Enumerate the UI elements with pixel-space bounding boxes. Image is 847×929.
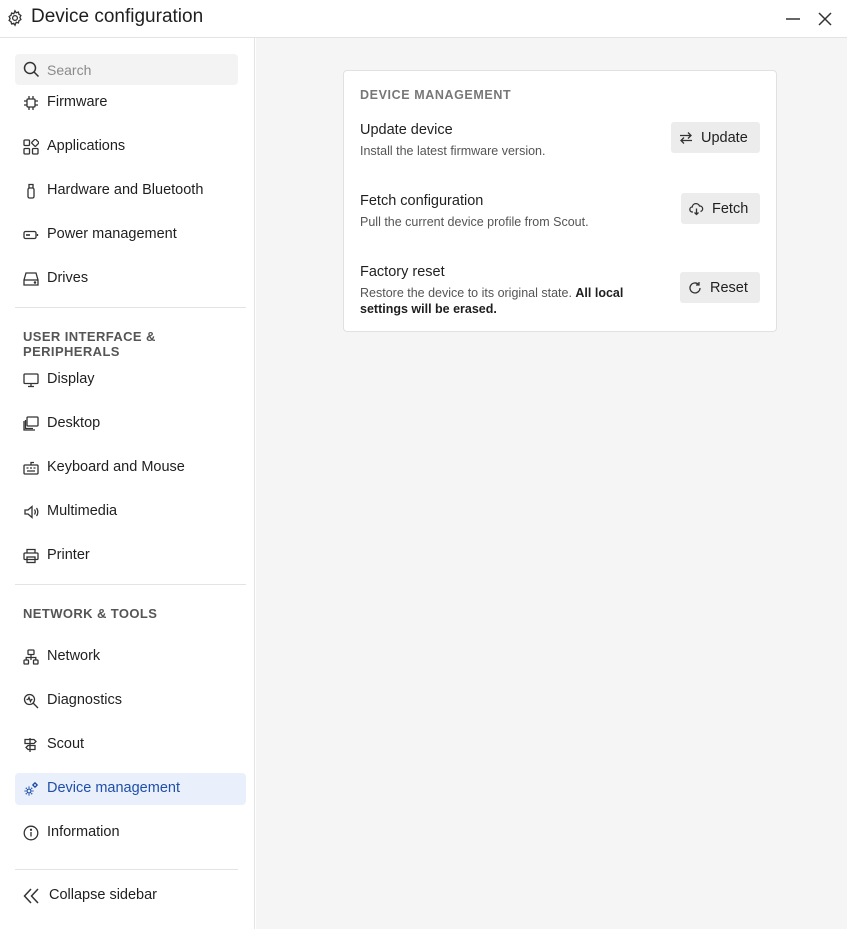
cloud-download-icon <box>689 202 704 215</box>
sidebar-item-drives[interactable]: Drives <box>15 263 246 295</box>
section-header-ui-peripherals: USER INTERFACE & PERIPHERALS <box>23 329 156 359</box>
diagnostics-icon <box>22 692 40 710</box>
desktop-icon <box>22 415 40 433</box>
sidebar-item-information[interactable]: Information <box>15 817 246 849</box>
sidebar-item-applications[interactable]: Applications <box>15 131 246 163</box>
speaker-icon <box>22 503 40 521</box>
search-box <box>15 54 238 85</box>
window-title: Device configuration <box>31 6 204 27</box>
minimize-button[interactable] <box>781 7 805 31</box>
swap-arrows-icon <box>680 131 692 144</box>
section-header-network-tools: NETWORK & TOOLS <box>23 606 158 621</box>
row-title: Factory reset <box>360 264 445 280</box>
row-title: Fetch configuration <box>360 193 484 209</box>
sidebar-item-network[interactable]: Network <box>15 641 246 673</box>
monitor-icon <box>22 371 40 389</box>
sidebar-divider <box>15 307 246 308</box>
refresh-icon <box>689 281 701 294</box>
gear-icon <box>6 9 24 27</box>
sidebar-item-display[interactable]: Display <box>15 364 246 396</box>
sidebar-item-desktop[interactable]: Desktop <box>15 408 246 440</box>
network-icon <box>22 648 40 666</box>
minimize-icon <box>786 18 800 20</box>
sidebar: Firmware Applications Hardware and Bluet… <box>0 38 255 929</box>
device-management-card: DEVICE MANAGEMENT Update device Install … <box>343 70 777 332</box>
title-bar: Device configuration <box>0 0 847 38</box>
row-description: Restore the device to its original state… <box>360 286 624 316</box>
search-icon <box>23 61 40 78</box>
sidebar-item-multimedia[interactable]: Multimedia <box>15 496 246 528</box>
sidebar-divider <box>15 869 238 870</box>
gears-icon <box>22 780 40 798</box>
search-input[interactable] <box>47 54 232 85</box>
fetch-button[interactable]: Fetch <box>681 193 761 224</box>
sidebar-item-firmware[interactable]: Firmware <box>15 87 246 119</box>
close-button[interactable] <box>813 7 837 31</box>
sidebar-divider <box>15 584 246 585</box>
sidebar-item-diagnostics[interactable]: Diagnostics <box>15 685 246 717</box>
signpost-icon <box>22 736 40 754</box>
sidebar-item-printer[interactable]: Printer <box>15 540 246 572</box>
row-description: Install the latest firmware version. <box>360 144 546 158</box>
sidebar-item-device-management[interactable]: Device management <box>15 773 246 805</box>
battery-icon <box>22 226 40 244</box>
row-title: Update device <box>360 122 453 138</box>
double-chevron-left-icon <box>23 887 41 910</box>
drive-icon <box>22 270 40 288</box>
usb-icon <box>22 182 40 200</box>
collapse-sidebar-button[interactable]: Collapse sidebar <box>15 880 238 912</box>
apps-grid-icon <box>22 138 40 156</box>
row-description: Pull the current device profile from Sco… <box>360 215 589 229</box>
chip-icon <box>22 94 40 112</box>
main-content: DEVICE MANAGEMENT Update device Install … <box>256 38 847 929</box>
sidebar-item-power-management[interactable]: Power management <box>15 219 246 251</box>
info-icon <box>22 824 40 842</box>
update-button[interactable]: Update <box>671 122 760 153</box>
printer-icon <box>22 547 40 565</box>
sidebar-item-hardware-bluetooth[interactable]: Hardware and Bluetooth <box>15 175 246 207</box>
keyboard-icon <box>22 459 40 477</box>
card-header: DEVICE MANAGEMENT <box>360 88 512 102</box>
sidebar-item-scout[interactable]: Scout <box>15 729 246 761</box>
sidebar-item-keyboard-mouse[interactable]: Keyboard and Mouse <box>15 452 246 484</box>
close-icon <box>818 12 832 26</box>
reset-button[interactable]: Reset <box>680 272 760 303</box>
